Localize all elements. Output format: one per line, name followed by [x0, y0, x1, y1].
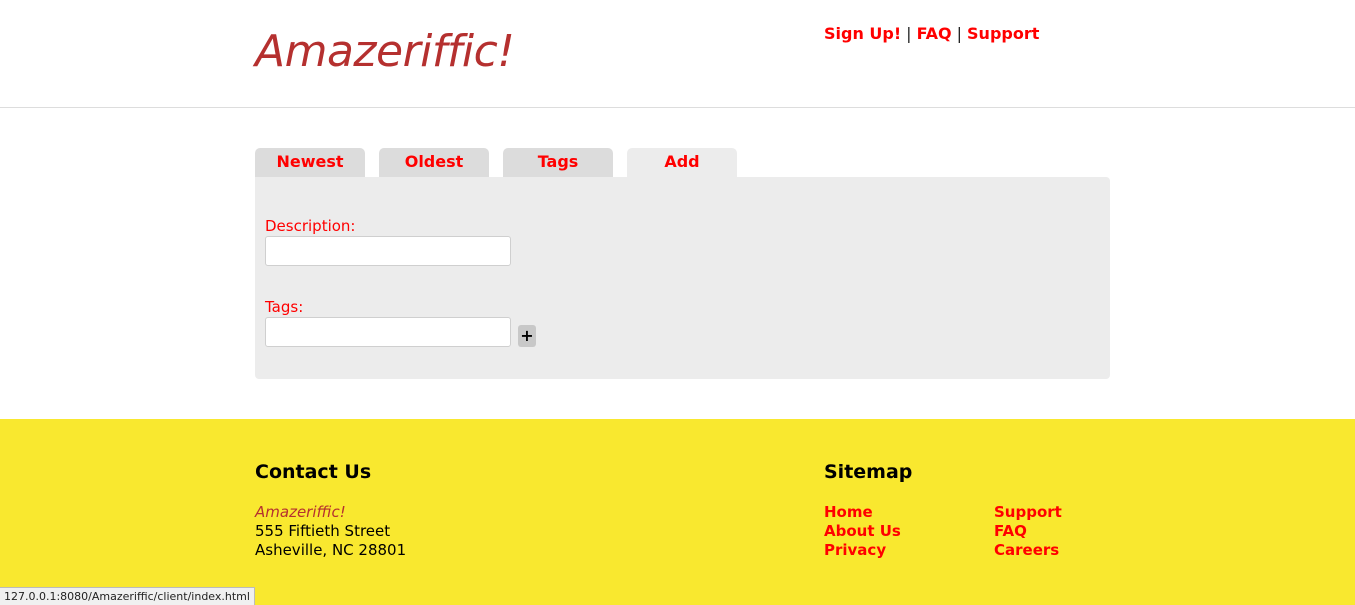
top-nav: Sign Up! | FAQ | Support — [824, 24, 1039, 43]
footer-company-name: Amazeriffic! — [255, 503, 346, 521]
sitemap-link-support[interactable]: Support — [994, 503, 1062, 522]
nav-separator: | — [906, 24, 912, 43]
sitemap-link-privacy[interactable]: Privacy — [824, 541, 901, 560]
page: Amazeriffic! Sign Up! | FAQ | Support Newest… — [0, 0, 1355, 605]
sitemap-heading: Sitemap — [824, 461, 913, 483]
tags-label: Tags: — [265, 298, 304, 316]
brand-logo[interactable]: Amazeriffic! — [255, 26, 515, 77]
address-city: Asheville, NC 28801 — [255, 541, 407, 559]
sitemap-column-1: Home About Us Privacy — [824, 503, 901, 560]
contact-heading: Contact Us — [255, 461, 372, 483]
site-footer: Contact Us Amazeriffic! 555 Fiftieth Str… — [0, 419, 1355, 605]
faq-link[interactable]: FAQ — [917, 24, 952, 43]
description-label: Description: — [265, 217, 356, 235]
tab-tags[interactable]: Tags — [503, 148, 613, 178]
add-tag-button[interactable]: + — [518, 325, 536, 347]
tab-content-panel: Description: Tags: + — [255, 177, 1110, 379]
tab-oldest[interactable]: Oldest — [379, 148, 489, 178]
browser-status-bar: 127.0.0.1:8080/Amazeriffic/client/index.… — [0, 587, 255, 605]
support-link[interactable]: Support — [967, 24, 1039, 43]
sitemap-link-careers[interactable]: Careers — [994, 541, 1062, 560]
address-street: 555 Fiftieth Street — [255, 522, 391, 540]
site-header: Amazeriffic! Sign Up! | FAQ | Support — [0, 0, 1355, 108]
tab-add[interactable]: Add — [627, 148, 737, 178]
tags-input[interactable] — [265, 317, 511, 347]
description-input[interactable] — [265, 236, 511, 266]
sitemap-link-about-us[interactable]: About Us — [824, 522, 901, 541]
nav-separator: | — [956, 24, 963, 43]
tab-newest[interactable]: Newest — [255, 148, 365, 178]
sitemap-column-2: Support FAQ Careers — [994, 503, 1062, 560]
sitemap-link-home[interactable]: Home — [824, 503, 901, 522]
contact-address: Amazeriffic! 555 Fiftieth Street Ashevil… — [255, 503, 406, 560]
signup-link[interactable]: Sign Up! — [824, 24, 901, 43]
sitemap-link-faq[interactable]: FAQ — [994, 522, 1062, 541]
